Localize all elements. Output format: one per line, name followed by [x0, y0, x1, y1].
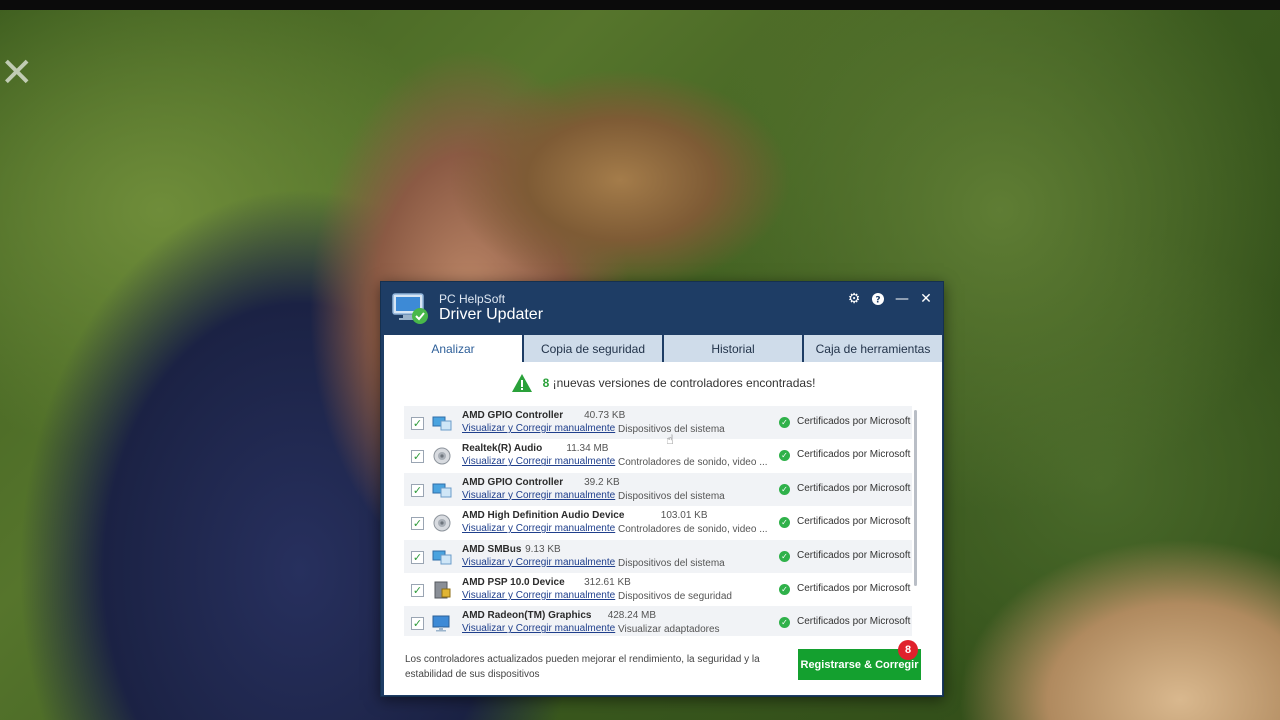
shield-check-icon: ✓ — [779, 483, 790, 495]
driver-row: ✓ AMD GPIO Controller 40.73 KB Visualizar y… — [404, 406, 912, 440]
tab-analizar[interactable]: Analizar — [384, 335, 522, 362]
gear-icon[interactable]: ⚙ — [843, 289, 865, 309]
driver-checkbox[interactable]: ✓ — [411, 450, 424, 464]
shield-check-icon: ✓ — [779, 417, 790, 428]
driver-row: ✓ AMD Radeon(TM) Graphics 428.24 MB Visuali… — [404, 606, 912, 636]
view-fix-manually-link[interactable]: Visualizar y Corregir manualmente — [462, 523, 615, 534]
close-icon[interactable]: ✕ — [915, 289, 937, 309]
tab-caja-de-herramientas[interactable]: Caja de herramientas — [804, 335, 942, 362]
titlebar: PC HelpSoft Driver Updater ⚙ ? — ✕ — [381, 282, 945, 334]
driver-size: 11.34 MB — [566, 443, 609, 455]
driver-row: ✓ AMD PSP 10.0 Device 312.61 KB Visualizar … — [404, 573, 912, 606]
certification-label: Certificados por Microsoft — [797, 516, 911, 528]
driver-size: 9.13 KB — [525, 543, 561, 555]
view-fix-manually-link[interactable]: Visualizar y Corregir manualmente — [462, 423, 615, 434]
shield-check-icon: ✓ — [779, 550, 790, 562]
view-fix-manually-link[interactable]: Visualizar y Corregir manualmente — [462, 623, 615, 634]
display-adapter-icon — [432, 613, 452, 633]
shield-check-icon: ✓ — [779, 617, 790, 629]
driver-size: 103.01 KB — [660, 510, 708, 522]
driver-category: Controladores de sonido, video ... — [618, 457, 768, 469]
driver-category: Controladores de sonido, video ... — [618, 524, 768, 536]
driver-category: Dispositivos del sistema — [618, 490, 725, 502]
driver-updater-window: PC HelpSoft Driver Updater ⚙ ? — ✕ Anali… — [380, 281, 944, 697]
view-fix-manually-link[interactable]: Visualizar y Corregir manualmente — [462, 557, 615, 568]
driver-size: 39.2 KB — [584, 476, 620, 488]
certification-label: Certificados por Microsoft — [797, 582, 911, 594]
driver-category: Visualizar adaptadores — [618, 624, 720, 636]
help-icon[interactable]: ? — [867, 289, 889, 309]
driver-row: ✓ Realtek(R) Audio 11.34 MB Visualizar y Co… — [404, 439, 912, 472]
driver-checkbox[interactable]: ✓ — [411, 617, 424, 631]
warning-icon — [511, 374, 532, 392]
driver-name: AMD Radeon(TM) Graphics — [462, 610, 592, 622]
driver-checkbox[interactable]: ✓ — [411, 483, 424, 497]
driver-name: AMD High Definition Audio Device — [462, 510, 625, 522]
scan-notice: 8 ¡nuevas versiones de controladores enc… — [384, 372, 942, 394]
driver-name: Realtek(R) Audio — [462, 443, 543, 455]
footer-text: Los controladores actualizados pueden me… — [405, 654, 760, 680]
brand-name: PC HelpSoft — [439, 292, 506, 306]
driver-row: ✓ AMD High Definition Audio Device 103.01 … — [404, 506, 912, 539]
app-logo-icon — [392, 293, 428, 324]
driver-name: AMD GPIO Controller — [462, 476, 564, 488]
security-device-icon — [432, 580, 452, 600]
driver-size: 312.61 KB — [584, 576, 631, 588]
letterbox-bar — [0, 0, 1280, 10]
update-count: 8 — [542, 376, 550, 390]
view-fix-manually-link[interactable]: Visualizar y Corregir manualmente — [462, 490, 615, 501]
driver-checkbox[interactable]: ✓ — [411, 517, 424, 531]
product-name: Driver Updater — [439, 306, 544, 323]
driver-row: ✓ AMD SMBus 9.13 KB Visualizar y Corregir m… — [404, 539, 912, 573]
shield-check-icon: ✓ — [779, 450, 790, 462]
svg-text:?: ? — [875, 296, 880, 306]
driver-size: 40.73 KB — [584, 410, 626, 421]
tab-historial[interactable]: Historial — [664, 335, 802, 362]
driver-checkbox[interactable]: ✓ — [411, 583, 424, 597]
view-fix-manually-link[interactable]: Visualizar y Corregir manualmente — [462, 590, 615, 601]
tab-copia-de-seguridad[interactable]: Copia de seguridad — [524, 335, 662, 362]
driver-name: AMD PSP 10.0 Device — [462, 576, 565, 588]
tab-bar: Analizar Copia de seguridad Historial Ca… — [384, 335, 942, 362]
shield-check-icon: ✓ — [779, 583, 790, 595]
certification-label: Certificados por Microsoft — [797, 449, 911, 461]
window-controls: ⚙ ? — ✕ — [843, 289, 937, 309]
certification-label: Certificados por Microsoft — [797, 482, 911, 494]
certification-label: Certificados por Microsoft — [797, 616, 911, 628]
notice-text: ¡nuevas versiones de controladores encon… — [552, 376, 816, 390]
scan-results-panel: 8 ¡nuevas versiones de controladores enc… — [384, 362, 942, 695]
watermark-logo-icon: ✕ — [0, 50, 34, 96]
driver-list: ✓ AMD GPIO Controller 40.73 KB Visualizar y… — [404, 406, 912, 636]
driver-category: Dispositivos del sistema — [618, 557, 725, 569]
driver-name: AMD GPIO Controller — [462, 410, 564, 421]
system-device-icon — [432, 413, 452, 433]
driver-size: 428.24 MB — [607, 610, 657, 622]
list-scrollbar[interactable] — [914, 410, 917, 586]
fix-count-badge: 8 — [898, 640, 918, 660]
driver-row: ✓ AMD GPIO Controller 39.2 KB Visualizar y … — [404, 472, 912, 507]
view-fix-manually-link[interactable]: Visualizar y Corregir manualmente — [462, 456, 615, 467]
driver-name: AMD SMBus — [462, 543, 522, 555]
driver-checkbox[interactable]: ✓ — [411, 417, 424, 430]
minimize-icon[interactable]: — — [891, 289, 913, 309]
speaker-icon — [432, 446, 452, 466]
driver-category: Dispositivos de seguridad — [618, 590, 732, 602]
driver-checkbox[interactable]: ✓ — [411, 550, 424, 564]
system-device-icon — [432, 547, 452, 567]
certification-label: Certificados por Microsoft — [797, 549, 911, 561]
speaker-icon — [432, 513, 452, 533]
certification-label: Certificados por Microsoft — [797, 416, 911, 427]
mouse-cursor-icon: ☝ — [666, 433, 674, 448]
system-device-icon — [432, 480, 452, 500]
shield-check-icon: ✓ — [779, 517, 790, 529]
